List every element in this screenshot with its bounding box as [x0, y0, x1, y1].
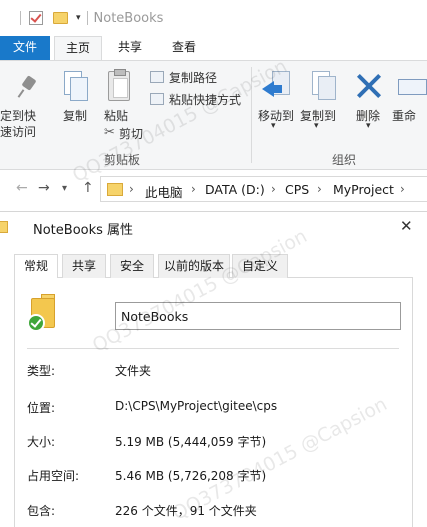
cut-icon[interactable]: ✂: [104, 125, 115, 140]
tab-general[interactable]: 常规: [14, 254, 58, 279]
group-divider: [251, 67, 252, 163]
size-on-disk-label: 占用空间:: [27, 469, 80, 483]
tab-view[interactable]: 查看: [162, 36, 206, 60]
pin-quick-access-label-1[interactable]: 定到快: [0, 107, 36, 124]
properties-dialog: NoteBooks 属性 ✕ 常规 共享 安全 以前的版本 自定义 类型: 文件…: [0, 212, 427, 527]
up-icon[interactable]: ↑: [82, 180, 94, 196]
copy-button[interactable]: 复制: [63, 107, 87, 124]
chevron-right-icon[interactable]: ›: [129, 182, 134, 196]
breadcrumb-cps[interactable]: CPS: [285, 182, 309, 197]
cut-button[interactable]: 剪切: [119, 125, 143, 142]
pin-quick-access-label-2[interactable]: 速访问: [0, 123, 36, 140]
paste-button[interactable]: 粘贴: [104, 107, 128, 124]
explorer-window: ▾ NoteBooks 文件 主页 共享 查看 定到快 速访问 复制 粘贴 复制…: [0, 0, 427, 212]
folder-icon: [0, 221, 8, 233]
forward-icon[interactable]: →: [38, 180, 50, 196]
ribbon-tabs: 文件 主页 共享 查看: [0, 36, 427, 60]
breadcrumb-this-pc[interactable]: 此电脑: [145, 182, 183, 201]
divider: [27, 348, 399, 349]
size-label: 大小:: [27, 435, 56, 449]
type-value: 文件夹: [115, 364, 152, 378]
copy-path-icon[interactable]: [150, 71, 164, 83]
toolbar-divider: [20, 11, 21, 25]
move-to-icon[interactable]: [262, 71, 292, 101]
dialog-title: NoteBooks 属性: [33, 223, 134, 238]
address-bar[interactable]: › 此电脑 › DATA (D:) › CPS › MyProject ›: [100, 176, 427, 202]
back-icon[interactable]: ←: [16, 180, 28, 196]
location-value: D:\CPS\MyProject\gitee\cps: [115, 399, 278, 413]
rename-button[interactable]: 重命: [392, 107, 416, 124]
tab-previous-versions[interactable]: 以前的版本: [158, 254, 230, 278]
organize-group-label: 组织: [332, 153, 357, 167]
paste-shortcut-icon[interactable]: [150, 93, 164, 105]
location-label: 位置:: [27, 401, 56, 415]
shared-check-icon: [27, 314, 45, 332]
pin-icon[interactable]: [18, 77, 38, 97]
address-bar-row: ← → ▾ ↑ › 此电脑 › DATA (D:) › CPS › MyProj…: [0, 170, 427, 208]
chevron-right-icon[interactable]: ›: [400, 182, 405, 196]
chevron-right-icon[interactable]: ›: [317, 182, 322, 196]
copy-to-icon[interactable]: [306, 71, 336, 101]
paste-shortcut-button[interactable]: 粘贴快捷方式: [169, 91, 241, 108]
contains-value: 226 个文件，91 个文件夹: [115, 504, 257, 518]
new-folder-icon[interactable]: [53, 12, 68, 24]
folder-icon: [107, 183, 123, 196]
move-to-button[interactable]: 移动到: [258, 107, 294, 124]
dialog-tabs: 常规 共享 安全 以前的版本 自定义: [14, 254, 413, 279]
type-label: 类型:: [27, 364, 56, 378]
tab-share[interactable]: 共享: [108, 36, 152, 60]
window-title: NoteBooks: [93, 10, 164, 26]
clipboard-group-label: 剪贴板: [104, 153, 141, 167]
toolbar-divider: [86, 11, 88, 25]
copy-icon[interactable]: [64, 71, 88, 101]
chevron-down-icon[interactable]: ▾: [314, 121, 319, 131]
size-on-disk-value: 5.46 MB (5,726,208 字节): [115, 469, 267, 483]
delete-icon[interactable]: [356, 73, 382, 99]
quick-access-toolbar: ▾ NoteBooks: [0, 0, 427, 36]
chevron-right-icon[interactable]: ›: [271, 182, 276, 196]
general-panel: 类型: 文件夹 位置: D:\CPS\MyProject\gitee\cps 大…: [14, 278, 413, 527]
copy-path-button[interactable]: 复制路径: [169, 69, 217, 86]
dialog-titlebar: NoteBooks 属性 ✕: [0, 212, 427, 242]
recent-locations-icon[interactable]: ▾: [62, 183, 67, 194]
customize-toolbar-dropdown-icon[interactable]: ▾: [76, 13, 81, 23]
tab-home[interactable]: 主页: [54, 36, 102, 60]
tab-customize[interactable]: 自定义: [232, 254, 288, 278]
size-value: 5.19 MB (5,444,059 字节): [115, 435, 267, 449]
folder-name-input[interactable]: [115, 302, 401, 330]
contains-label: 包含:: [27, 504, 56, 518]
breadcrumb-myproject[interactable]: MyProject: [333, 182, 394, 197]
tab-file[interactable]: 文件: [0, 36, 50, 60]
breadcrumb-data-drive[interactable]: DATA (D:): [205, 182, 265, 197]
chevron-right-icon[interactable]: ›: [191, 182, 196, 196]
paste-icon[interactable]: [108, 69, 130, 101]
tab-sharing[interactable]: 共享: [62, 254, 106, 278]
close-icon[interactable]: ✕: [400, 217, 413, 235]
tab-security[interactable]: 安全: [110, 254, 154, 278]
properties-check-icon[interactable]: [29, 11, 43, 25]
chevron-down-icon[interactable]: ▾: [271, 121, 276, 131]
rename-icon[interactable]: [398, 79, 427, 95]
chevron-down-icon[interactable]: ▾: [366, 121, 371, 131]
ribbon-home: 定到快 速访问 复制 粘贴 复制路径 粘贴快捷方式 ✂ 剪切 剪贴板 移动到 ▾…: [0, 60, 427, 170]
